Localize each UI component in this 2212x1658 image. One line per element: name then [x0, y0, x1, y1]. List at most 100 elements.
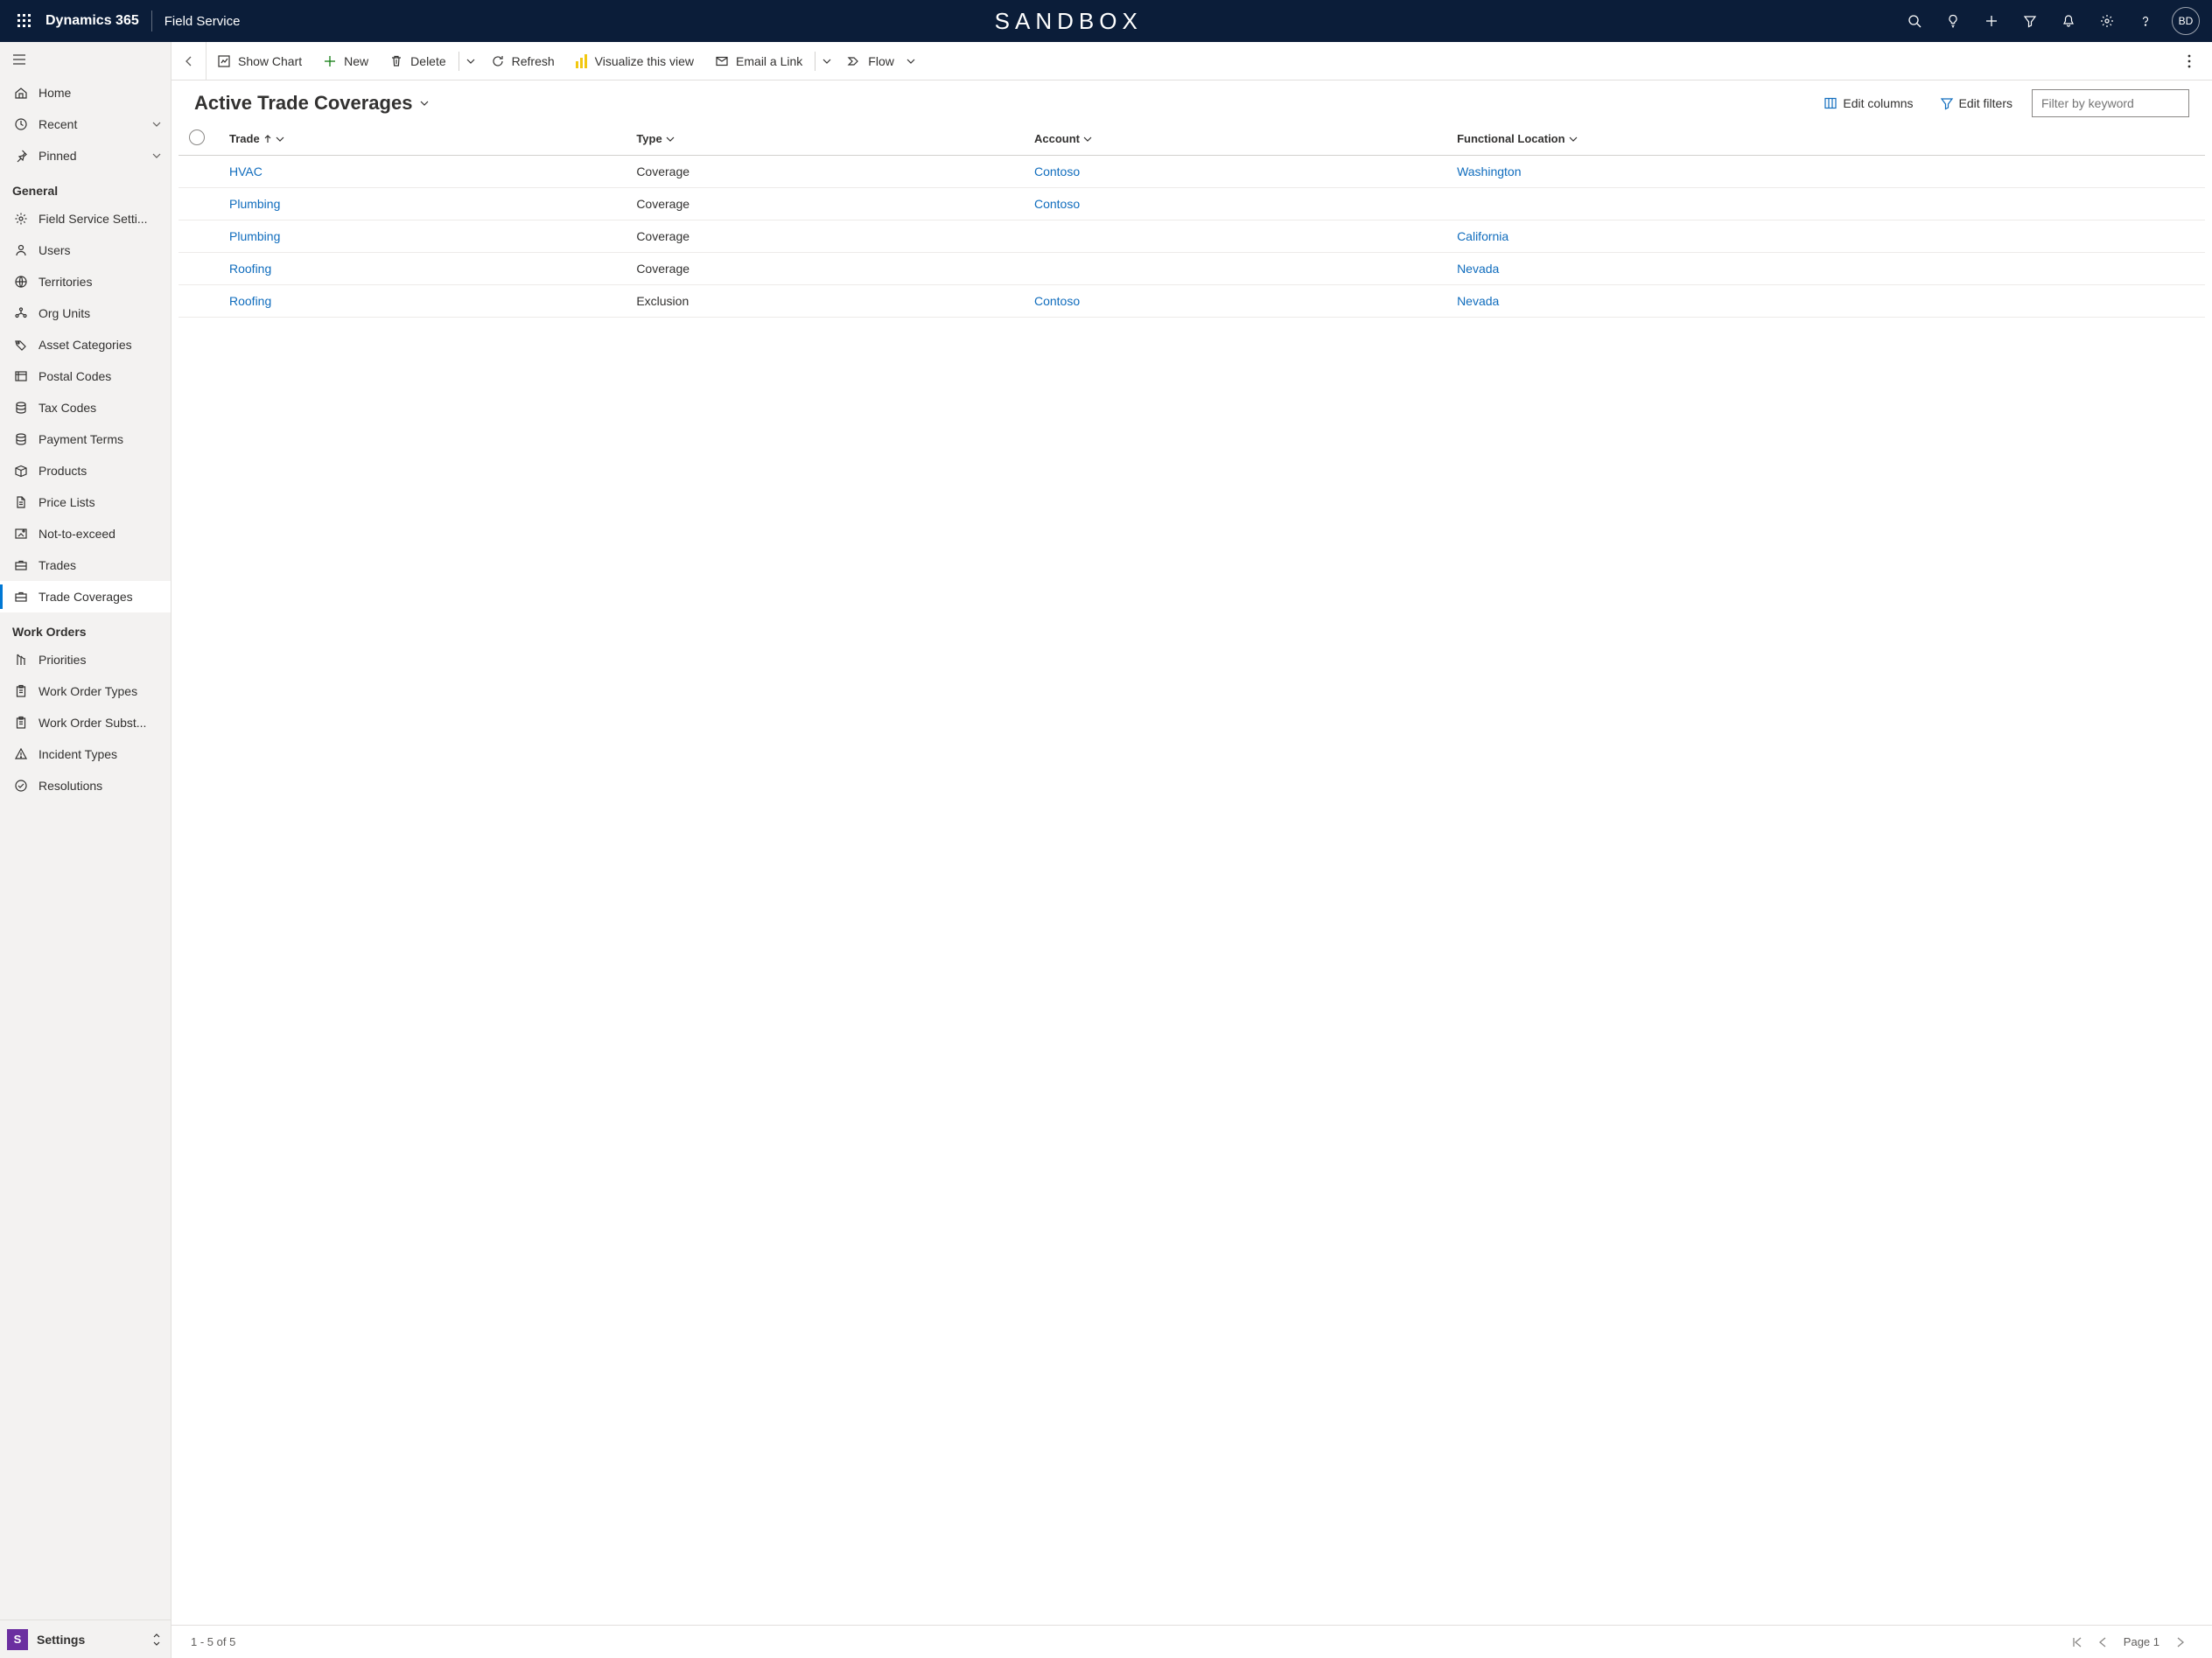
sidebar-item-tax-codes[interactable]: Tax Codes — [0, 392, 171, 423]
refresh-button[interactable]: Refresh — [480, 42, 565, 80]
account-link[interactable]: Contoso — [1034, 294, 1080, 308]
column-header-type[interactable]: Type — [626, 122, 1024, 156]
prev-page-button[interactable] — [2090, 1636, 2117, 1648]
sidebar-item-label: Trade Coverages — [38, 590, 162, 604]
edit-columns-button[interactable]: Edit columns — [1816, 93, 1920, 114]
sidebar-item-pinned[interactable]: Pinned — [0, 140, 171, 171]
select-all-circle-icon — [189, 129, 205, 145]
trade-link[interactable]: Plumbing — [229, 197, 280, 211]
cell-location: California — [1446, 220, 2205, 253]
sidebar-item-users[interactable]: Users — [0, 234, 171, 266]
section-header-work-orders: Work Orders — [0, 612, 171, 644]
sidebar-item-territories[interactable]: Territories — [0, 266, 171, 297]
sidebar-item-not-to-exceed[interactable]: Not-to-exceed — [0, 518, 171, 549]
account-link[interactable]: Contoso — [1034, 164, 1080, 178]
row-select-cell[interactable] — [178, 285, 219, 318]
column-header-location[interactable]: Functional Location — [1446, 122, 2205, 156]
view-selector[interactable]: Active Trade Coverages — [194, 92, 430, 115]
next-page-button[interactable] — [2166, 1636, 2193, 1648]
first-page-button[interactable] — [2064, 1636, 2090, 1648]
flow-button[interactable]: Flow — [836, 42, 926, 80]
row-select-cell[interactable] — [178, 220, 219, 253]
sidebar-item-label: Work Order Subst... — [38, 716, 162, 730]
edit-filters-button[interactable]: Edit filters — [1933, 93, 2020, 114]
sidebar-item-trade-coverages[interactable]: Trade Coverages — [0, 581, 171, 612]
cell-type: Coverage — [626, 156, 1024, 188]
product-name[interactable]: Dynamics 365 — [46, 13, 139, 29]
table-row[interactable]: RoofingCoverageNevada — [178, 253, 2205, 285]
table-row[interactable]: RoofingExclusionContosoNevada — [178, 285, 2205, 318]
visualize-button[interactable]: Visualize this view — [565, 42, 704, 80]
notifications-button[interactable] — [2051, 0, 2086, 42]
email-split-chevron[interactable] — [817, 57, 836, 66]
sidebar-item-priorities[interactable]: Priorities — [0, 644, 171, 675]
area-switcher[interactable]: S Settings — [0, 1620, 171, 1658]
db-icon — [12, 432, 30, 446]
trade-link[interactable]: Roofing — [229, 294, 271, 308]
email-link-button[interactable]: Email a Link — [704, 42, 813, 80]
sidebar-item-home[interactable]: Home — [0, 77, 171, 108]
search-button[interactable] — [1897, 0, 1932, 42]
app-name[interactable]: Field Service — [164, 14, 241, 29]
new-button[interactable]: New — [312, 42, 379, 80]
row-select-cell[interactable] — [178, 188, 219, 220]
cell-account: Contoso — [1024, 188, 1446, 220]
back-button[interactable] — [172, 42, 206, 80]
sidebar-item-work-order-subst[interactable]: Work Order Subst... — [0, 707, 171, 738]
cell-trade: HVAC — [219, 156, 626, 188]
sidebar-item-payment-terms[interactable]: Payment Terms — [0, 423, 171, 455]
cell-account: Contoso — [1024, 285, 1446, 318]
help-button[interactable] — [2128, 0, 2163, 42]
command-overflow-button[interactable] — [2174, 54, 2205, 68]
sidebar-item-org-units[interactable]: Org Units — [0, 297, 171, 329]
column-header-account[interactable]: Account — [1024, 122, 1446, 156]
row-select-cell[interactable] — [178, 156, 219, 188]
account-link[interactable]: Contoso — [1034, 197, 1080, 211]
delete-split-chevron[interactable] — [461, 57, 480, 66]
select-all-header[interactable] — [178, 122, 219, 156]
keyword-filter-input[interactable] — [2032, 89, 2189, 117]
prev-page-icon — [2097, 1636, 2110, 1648]
location-link[interactable]: Nevada — [1457, 294, 1499, 308]
data-grid: Trade Type Account Functional Location H… — [178, 122, 2205, 318]
sidebar-item-incident-types[interactable]: Incident Types — [0, 738, 171, 770]
show-chart-button[interactable]: Show Chart — [206, 42, 312, 80]
location-link[interactable]: Washington — [1457, 164, 1521, 178]
sidebar-item-work-order-types[interactable]: Work Order Types — [0, 675, 171, 707]
sidebar-item-recent[interactable]: Recent — [0, 108, 171, 140]
trade-link[interactable]: Roofing — [229, 262, 271, 276]
table-row[interactable]: PlumbingCoverageContoso — [178, 188, 2205, 220]
app-launcher-button[interactable] — [7, 14, 42, 28]
plus-icon — [1984, 14, 1998, 28]
help-icon — [2138, 14, 2152, 28]
add-button[interactable] — [1974, 0, 2009, 42]
row-select-cell[interactable] — [178, 253, 219, 285]
sidebar-item-price-lists[interactable]: Price Lists — [0, 486, 171, 518]
assistant-button[interactable] — [1936, 0, 1970, 42]
table-row[interactable]: Plumbing Coverage California — [178, 220, 2205, 253]
sidebar-toggle-button[interactable] — [0, 42, 171, 77]
sidebar-item-label: Pinned — [38, 149, 151, 163]
chevron-down-icon — [276, 135, 284, 143]
cell-account: Contoso — [1024, 156, 1446, 188]
sidebar-item-resolutions[interactable]: Resolutions — [0, 770, 171, 801]
sidebar-item-asset-categories[interactable]: Asset Categories — [0, 329, 171, 360]
settings-button[interactable] — [2090, 0, 2124, 42]
sidebar-item-label: Priorities — [38, 653, 162, 667]
sidebar-item-trades[interactable]: Trades — [0, 549, 171, 581]
trade-link[interactable]: Plumbing — [229, 229, 280, 243]
table-row[interactable]: HVAC Coverage Contoso Washington — [178, 156, 2205, 188]
location-link[interactable]: Nevada — [1457, 262, 1499, 276]
user-avatar[interactable]: BD — [2172, 7, 2200, 35]
cell-type: Coverage — [626, 220, 1024, 253]
delete-button[interactable]: Delete — [379, 42, 456, 80]
chevron-down-icon — [906, 57, 915, 66]
location-link[interactable]: California — [1457, 229, 1508, 243]
column-header-trade[interactable]: Trade — [219, 122, 626, 156]
sidebar-item-postal-codes[interactable]: Postal Codes — [0, 360, 171, 392]
advanced-filter-button[interactable] — [2012, 0, 2048, 42]
sidebar-item-field-service-setti[interactable]: Field Service Setti... — [0, 203, 171, 234]
lightbulb-icon — [1946, 14, 1960, 28]
sidebar-item-products[interactable]: Products — [0, 455, 171, 486]
trade-link[interactable]: HVAC — [229, 164, 262, 178]
